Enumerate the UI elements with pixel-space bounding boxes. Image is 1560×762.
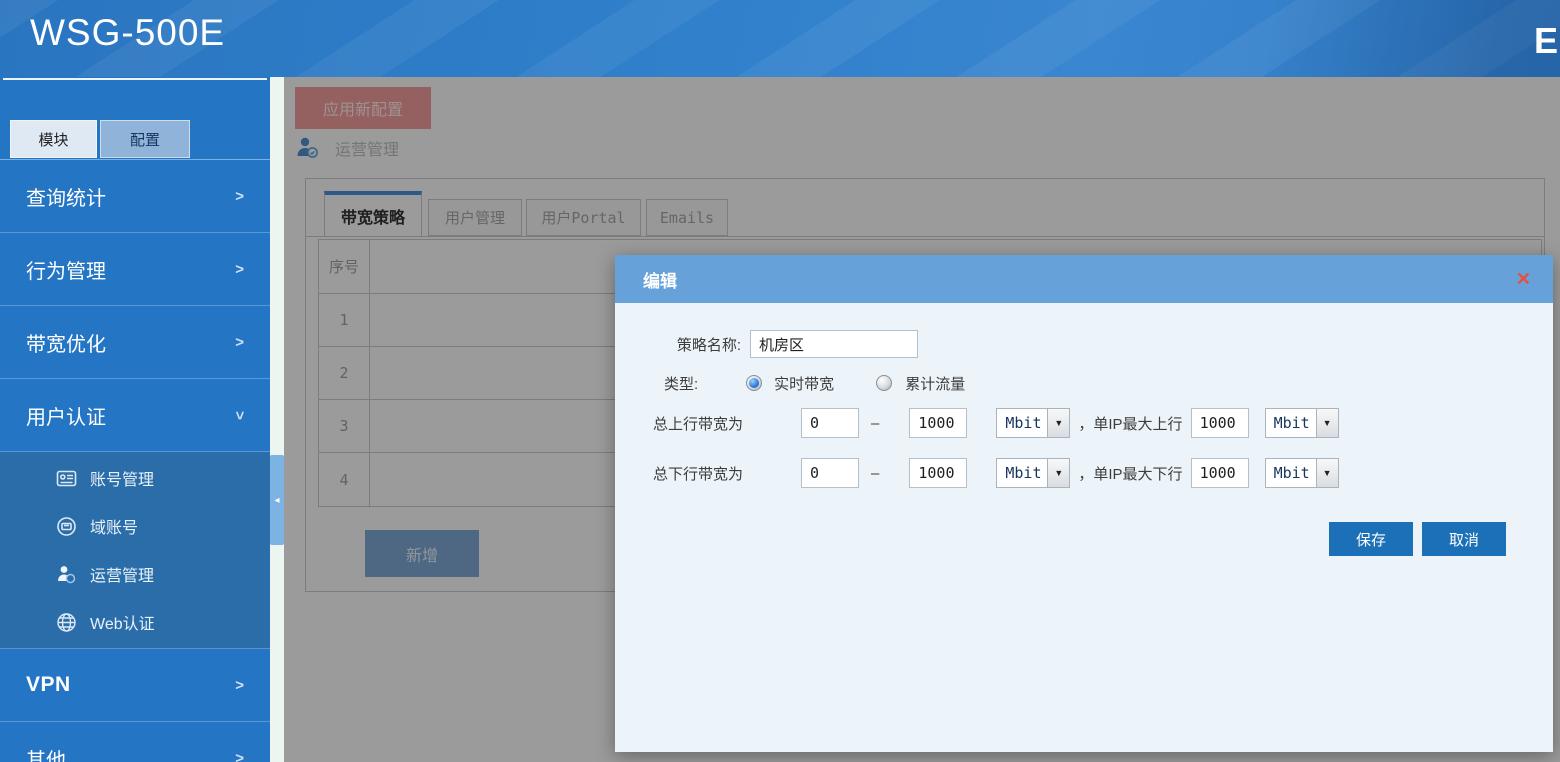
- downstream-unit-select[interactable]: Mbit: [996, 458, 1070, 488]
- sidebar: 模块 配置 查询统计 行为管理 带宽优化 用户认证: [0, 77, 270, 762]
- upstream-per-ip-unit-select[interactable]: Mbit: [1265, 408, 1339, 438]
- downstream-per-ip-input[interactable]: [1191, 458, 1249, 488]
- radio-cumulative-traffic[interactable]: [876, 375, 892, 391]
- sidebar-item-vpn[interactable]: VPN: [0, 649, 270, 722]
- chevron-down-icon: [235, 407, 244, 424]
- header-right-text: E: [1534, 20, 1558, 62]
- range-dash: –: [871, 465, 879, 482]
- close-icon[interactable]: ✕: [1516, 270, 1531, 288]
- downstream-per-ip-label: 单IP最大下行: [1093, 463, 1182, 484]
- sidebar-item-bandwidth-opt[interactable]: 带宽优化: [0, 306, 270, 379]
- chevron-right-icon: [235, 750, 244, 762]
- sidebar-item-operation-mgmt[interactable]: 运营管理: [0, 550, 270, 598]
- type-label: 类型:: [664, 373, 698, 394]
- sidebar-item-query-stats[interactable]: 查询统计: [0, 160, 270, 233]
- operator-icon: [56, 564, 77, 585]
- policy-name-row: 策略名称:: [653, 329, 918, 359]
- sidebar-tab-module[interactable]: 模块: [10, 120, 97, 158]
- sidebar-collapse-handle[interactable]: [270, 455, 284, 545]
- radio-realtime-bandwidth[interactable]: [746, 375, 762, 391]
- user-auth-submenu: 账号管理 域账号 运营管理: [0, 452, 270, 649]
- dropdown-arrow-icon[interactable]: [1047, 459, 1069, 487]
- chevron-right-icon: [235, 334, 244, 351]
- globe-icon: [56, 612, 77, 633]
- upstream-per-ip-input[interactable]: [1191, 408, 1249, 438]
- sidebar-nav: 查询统计 行为管理 带宽优化 用户认证 账号管理: [0, 160, 270, 762]
- sidebar-item-account-mgmt[interactable]: 账号管理: [0, 454, 270, 502]
- edit-dialog: 编辑 ✕ 策略名称: 类型: 实时带宽 累计流量 总上行带宽为 –: [615, 255, 1553, 752]
- dropdown-arrow-icon[interactable]: [1316, 459, 1338, 487]
- radio-realtime-label: 实时带宽: [774, 373, 834, 394]
- id-card-icon: [56, 468, 77, 489]
- upstream-per-ip-label: 单IP最大上行: [1093, 413, 1182, 434]
- upstream-min-input[interactable]: [801, 408, 859, 438]
- range-dash: –: [871, 415, 879, 432]
- dialog-header: 编辑 ✕: [615, 255, 1553, 303]
- domain-account-icon: [56, 516, 77, 537]
- type-row: 类型: 实时带宽 累计流量: [664, 373, 965, 393]
- downstream-label: 总下行带宽为: [653, 463, 743, 484]
- comma-separator: ，: [1078, 413, 1093, 434]
- sidebar-item-domain-account[interactable]: 域账号: [0, 502, 270, 550]
- save-button[interactable]: 保存: [1329, 522, 1413, 556]
- dropdown-arrow-icon[interactable]: [1316, 409, 1338, 437]
- sidebar-item-other[interactable]: 其他: [0, 722, 270, 762]
- app-title: WSG-500E: [30, 12, 225, 54]
- upstream-max-input[interactable]: [909, 408, 967, 438]
- dialog-title: 编辑: [643, 267, 677, 292]
- radio-cumulative-label: 累计流量: [905, 373, 965, 394]
- downstream-min-input[interactable]: [801, 458, 859, 488]
- downstream-bandwidth-row: 总下行带宽为 – Mbit ， 单IP最大下行 Mbit: [653, 458, 1339, 488]
- sidebar-item-web-auth[interactable]: Web认证: [0, 598, 270, 646]
- cancel-button[interactable]: 取消: [1422, 522, 1506, 556]
- dialog-body: 策略名称: 类型: 实时带宽 累计流量 总上行带宽为 – Mbit ，: [615, 303, 1553, 752]
- sidebar-item-behavior-mgmt[interactable]: 行为管理: [0, 233, 270, 306]
- policy-name-input[interactable]: [750, 330, 918, 358]
- sidebar-tab-strip: 模块 配置: [0, 77, 270, 160]
- sidebar-gutter: [270, 77, 284, 762]
- comma-separator: ，: [1078, 463, 1093, 484]
- application-window: WSG-500E E 模块 配置 查询统计 行为管理 带宽优化 用户认证: [0, 0, 1560, 762]
- downstream-per-ip-unit-select[interactable]: Mbit: [1265, 458, 1339, 488]
- downstream-max-input[interactable]: [909, 458, 967, 488]
- sidebar-item-user-auth[interactable]: 用户认证: [0, 379, 270, 452]
- policy-name-label: 策略名称:: [653, 334, 741, 355]
- dropdown-arrow-icon[interactable]: [1047, 409, 1069, 437]
- chevron-right-icon: [235, 261, 244, 278]
- upstream-unit-select[interactable]: Mbit: [996, 408, 1070, 438]
- upstream-label: 总上行带宽为: [653, 413, 743, 434]
- chevron-right-icon: [235, 677, 244, 694]
- sidebar-tab-config[interactable]: 配置: [100, 120, 190, 158]
- upstream-bandwidth-row: 总上行带宽为 – Mbit ， 单IP最大上行 Mbit: [653, 408, 1339, 438]
- app-header: WSG-500E E: [0, 0, 1560, 77]
- chevron-right-icon: [235, 188, 244, 205]
